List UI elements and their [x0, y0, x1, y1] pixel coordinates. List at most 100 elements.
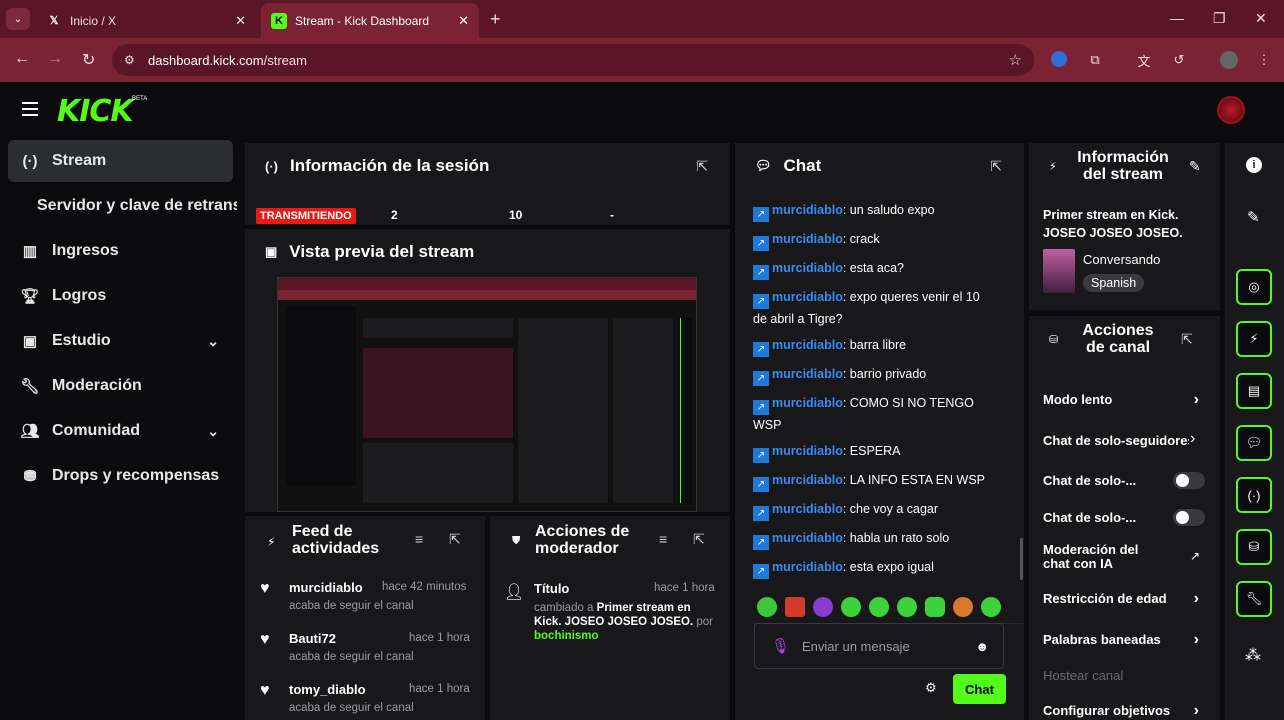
puzzle-icon[interactable]: ⧉: [1086, 51, 1104, 69]
chat-message-input[interactable]: 🎙︎ Enviar un mensaje ☻: [754, 623, 1004, 669]
close-icon[interactable]: ✕: [458, 13, 469, 29]
emote-icon[interactable]: [757, 597, 777, 617]
chat-username[interactable]: murcidiablo: [772, 338, 843, 352]
profile-avatar[interactable]: [1220, 51, 1238, 69]
emote-icon[interactable]: [897, 597, 917, 617]
popout-icon[interactable]: ⇱: [1181, 331, 1193, 348]
feed-user[interactable]: tomy_diablo: [289, 682, 366, 697]
back-arrow-icon[interactable]: ←: [14, 50, 30, 68]
browser-tab-kick[interactable]: K Stream - Kick Dashboard ✕: [261, 3, 479, 38]
close-icon[interactable]: ✕: [235, 13, 246, 29]
user-avatar[interactable]: [1217, 96, 1245, 124]
emote-icon[interactable]: [785, 597, 805, 617]
window-close-icon[interactable]: ✕: [1255, 10, 1267, 27]
mod-action-moderator[interactable]: bochinismo: [534, 630, 599, 642]
external-link-icon[interactable]: ↗: [1190, 549, 1200, 563]
kick-logo[interactable]: KICK: [57, 94, 134, 129]
edit-pencil-icon[interactable]: ✎: [1247, 208, 1260, 226]
feed-time: hace 42 minutos: [382, 581, 467, 593]
category-thumbnail[interactable]: [1043, 249, 1075, 293]
chat-username[interactable]: murcidiablo: [772, 203, 843, 217]
action-slow-mode[interactable]: Modo lento ›: [1043, 391, 1213, 408]
chat-username[interactable]: murcidiablo: [772, 367, 843, 381]
chat-username[interactable]: murcidiablo: [772, 531, 843, 545]
sidebar-item-moderacion[interactable]: 🔧︎ Moderación: [8, 365, 233, 407]
address-bar[interactable]: ⚙ dashboard.kick.com/stream ☆: [112, 44, 1034, 76]
chat-username[interactable]: murcidiablo: [772, 502, 843, 516]
chat-username[interactable]: murcidiablo: [772, 290, 843, 304]
action-banned-words[interactable]: Palabras baneadas ›: [1043, 631, 1213, 648]
sidebar-item-logros[interactable]: 🏆︎ Logros: [8, 275, 233, 317]
site-settings-icon[interactable]: ⚙: [124, 53, 135, 67]
chat-username[interactable]: murcidiablo: [772, 560, 843, 574]
chat-username[interactable]: murcidiablo: [772, 473, 843, 487]
feed-user[interactable]: Bauti72: [289, 631, 336, 646]
action-age-restriction[interactable]: Restricción de edad ›: [1043, 590, 1213, 607]
hamburger-menu-icon[interactable]: [22, 102, 38, 116]
filter-icon[interactable]: ≡: [659, 531, 667, 547]
panel-title: Feed de actividades: [292, 523, 380, 557]
rail-notes-button[interactable]: ▤: [1236, 373, 1272, 409]
emote-icon[interactable]: [841, 597, 861, 617]
sidebar-item-comunidad[interactable]: 👥︎ Comunidad ⌄: [8, 410, 233, 452]
sidebar-item-stream[interactable]: (·) Stream: [8, 140, 233, 182]
action-subs-only[interactable]: Chat de solo-...: [1043, 472, 1213, 489]
chat-scrollbar[interactable]: [1020, 538, 1023, 580]
reload-icon[interactable]: ↻: [82, 50, 95, 70]
info-icon[interactable]: i: [1246, 157, 1262, 173]
popout-icon[interactable]: ⇱: [693, 531, 705, 548]
settings-gear-icon[interactable]: ⚙: [925, 680, 937, 696]
apps-icon[interactable]: ⁂: [1245, 645, 1261, 665]
translate-icon[interactable]: 文: [1135, 51, 1153, 69]
history-icon[interactable]: ↺: [1170, 51, 1188, 69]
action-goals[interactable]: Configurar objetivos ›: [1043, 702, 1213, 719]
sidebar-item-server-key[interactable]: Servidor y clave de retransmisión: [37, 185, 237, 227]
filter-icon[interactable]: ≡: [415, 531, 423, 547]
minimize-icon[interactable]: —: [1170, 10, 1184, 26]
chat-send-button[interactable]: Chat: [953, 674, 1006, 704]
chat-username[interactable]: murcidiablo: [772, 232, 843, 246]
extension-icon[interactable]: [1051, 51, 1067, 67]
emote-icon[interactable]: [869, 597, 889, 617]
action-followers-only[interactable]: Chat de solo-seguidores: [1043, 433, 1189, 448]
new-tab-button[interactable]: +: [490, 9, 501, 30]
toggle-switch[interactable]: [1173, 472, 1205, 489]
sidebar-item-ingresos[interactable]: ▥ Ingresos: [8, 230, 233, 272]
emote-icon[interactable]: [925, 597, 945, 617]
sidebar-item-estudio[interactable]: ▣ Estudio ⌄: [8, 320, 233, 362]
rail-bolt-button[interactable]: ⚡︎: [1236, 321, 1272, 357]
tab-search-button[interactable]: ⌄: [6, 8, 30, 30]
rail-chat-button[interactable]: 💬︎: [1236, 425, 1272, 461]
browser-tab-x[interactable]: 𝕏 Inicio / X ✕: [36, 3, 256, 38]
maximize-icon[interactable]: ❐: [1213, 10, 1226, 27]
sidebar-item-label: Ingresos: [52, 242, 119, 259]
stream-category[interactable]: Conversando: [1083, 252, 1160, 267]
chat-username[interactable]: murcidiablo: [772, 261, 843, 275]
toggle-switch[interactable]: [1173, 509, 1205, 526]
feed-action: acaba de seguir el canal: [289, 702, 414, 714]
emote-icon[interactable]: [813, 597, 833, 617]
rail-moderation-button[interactable]: 🔧︎: [1236, 581, 1272, 617]
stream-video-preview[interactable]: [277, 277, 697, 512]
popout-icon[interactable]: ⇱: [449, 531, 461, 548]
bookmark-star-icon[interactable]: ☆: [1009, 51, 1022, 69]
chevron-right-icon[interactable]: ›: [1190, 430, 1195, 448]
chat-text: : barra libre: [842, 338, 907, 352]
feed-user[interactable]: murcidiablo: [289, 580, 363, 595]
sidebar-item-drops[interactable]: ⛃ Drops y recompensas: [8, 455, 233, 497]
action-ai-moderation[interactable]: Moderación del chat con IA: [1043, 543, 1168, 571]
emoji-icon[interactable]: ☻: [975, 639, 989, 654]
chat-username[interactable]: murcidiablo: [772, 444, 843, 458]
emote-icon[interactable]: [953, 597, 973, 617]
rail-camera-button[interactable]: ◎: [1236, 269, 1272, 305]
edit-pencil-icon[interactable]: ✎: [1189, 158, 1201, 175]
rail-channel-button[interactable]: ⛁: [1236, 529, 1272, 565]
browser-menu-icon[interactable]: ⋮: [1255, 51, 1273, 69]
action-emotes-only[interactable]: Chat de solo-...: [1043, 509, 1213, 526]
popout-icon[interactable]: ⇱: [696, 158, 708, 175]
chat-username[interactable]: murcidiablo: [772, 396, 843, 410]
emote-icon[interactable]: [981, 597, 1001, 617]
rail-broadcast-button[interactable]: (·): [1236, 477, 1272, 513]
microphone-icon[interactable]: 🎙︎: [771, 637, 790, 655]
forward-arrow-icon[interactable]: →: [47, 50, 63, 68]
